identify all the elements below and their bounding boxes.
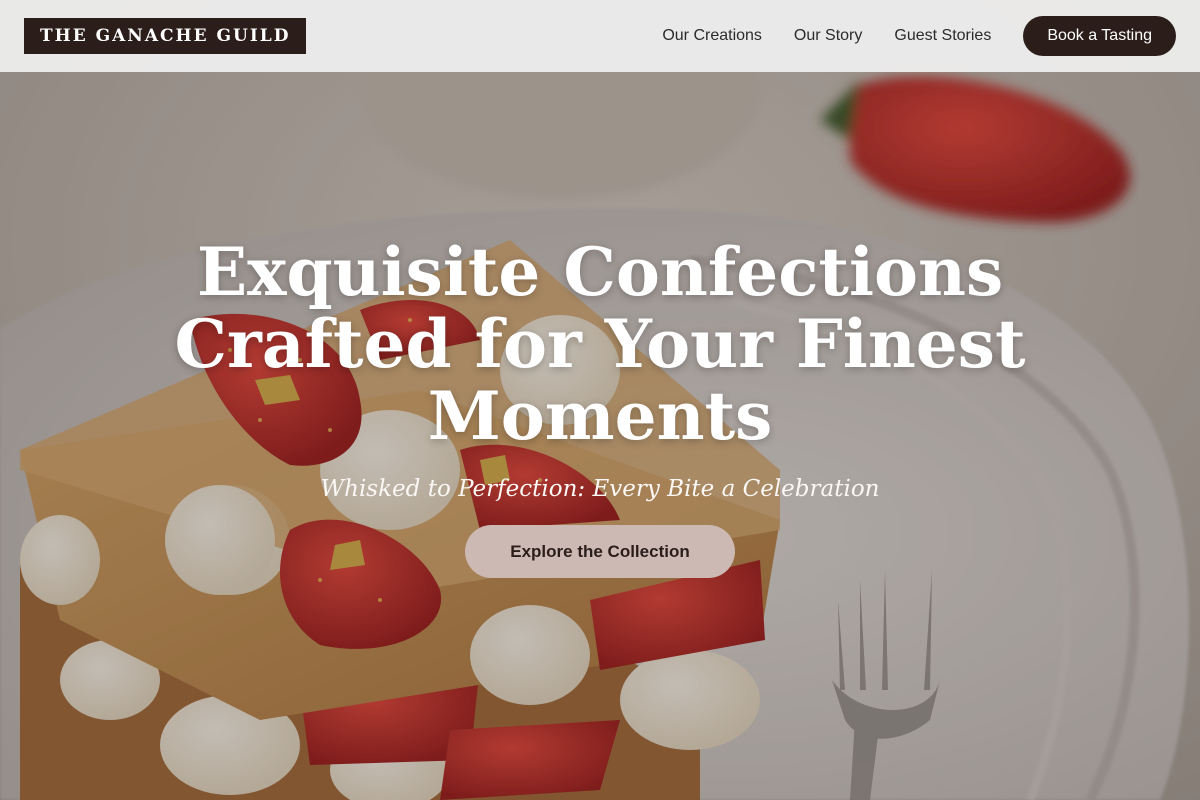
nav-link-our-creations[interactable]: Our Creations xyxy=(662,27,762,45)
nav-links: Our Creations Our Story Guest Stories Bo… xyxy=(662,16,1176,56)
top-navbar: THE GANACHE GUILD Our Creations Our Stor… xyxy=(0,0,1200,72)
explore-collection-button[interactable]: Explore the Collection xyxy=(465,525,735,578)
book-tasting-button[interactable]: Book a Tasting xyxy=(1023,16,1176,56)
brand-logo[interactable]: THE GANACHE GUILD xyxy=(24,18,307,54)
hero-headline: Exquisite Confections Crafted for Your F… xyxy=(174,233,1026,455)
hero-tagline: Whisked to Perfection: Every Bite a Cele… xyxy=(320,476,880,502)
nav-link-guest-stories[interactable]: Guest Stories xyxy=(894,27,991,45)
nav-link-our-story[interactable]: Our Story xyxy=(794,27,862,45)
